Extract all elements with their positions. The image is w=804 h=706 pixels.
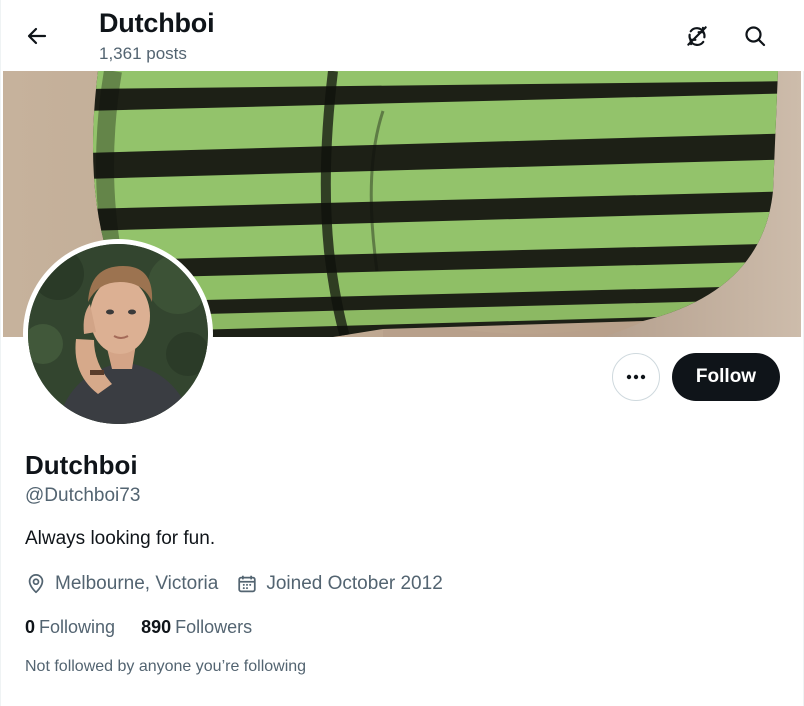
following-count: 0 <box>25 617 36 637</box>
more-horizontal-icon <box>626 374 646 380</box>
follow-button[interactable]: Follow <box>672 353 780 401</box>
calendar-icon <box>238 575 257 593</box>
follow-stats: 0 Following 890 Followers <box>25 617 278 638</box>
location-item: Melbourne, Victoria <box>25 573 218 595</box>
no-sync-button[interactable] <box>678 17 716 55</box>
avatar-photo <box>28 244 208 424</box>
search-icon <box>745 26 766 47</box>
profile-avatar[interactable] <box>23 239 213 429</box>
search-button[interactable] <box>736 17 774 55</box>
profile-header: Dutchboi 1,361 posts <box>1 0 804 71</box>
arrow-left-icon <box>27 27 47 45</box>
followed-by-note: Not followed by anyone you’re following <box>25 658 307 675</box>
no-sync-icon <box>687 26 707 46</box>
joined-text: Joined October 2012 <box>266 573 443 594</box>
header-title: Dutchboi <box>99 8 215 38</box>
profile-page: Dutchboi 1,361 posts Follow Dutchboi @Du… <box>0 0 804 706</box>
followers-link[interactable]: 890 Followers <box>141 617 252 638</box>
profile-meta: Melbourne, Victoria Joined October 2012 <box>25 572 461 596</box>
joined-item: Joined October 2012 <box>236 573 443 595</box>
location-text: Melbourne, Victoria <box>55 573 219 594</box>
followers-label: Followers <box>175 617 253 637</box>
posts-count: 1,361 posts <box>99 44 187 63</box>
more-options-button[interactable] <box>612 353 660 401</box>
following-link[interactable]: 0 Following <box>25 617 115 638</box>
location-pin-icon <box>28 573 44 594</box>
back-button[interactable] <box>19 18 55 54</box>
following-label: Following <box>39 617 116 637</box>
profile-bio: Always looking for fun. <box>25 528 216 549</box>
followers-count: 890 <box>141 617 172 637</box>
user-handle: @Dutchboi73 <box>25 485 141 506</box>
display-name: Dutchboi <box>25 450 138 480</box>
